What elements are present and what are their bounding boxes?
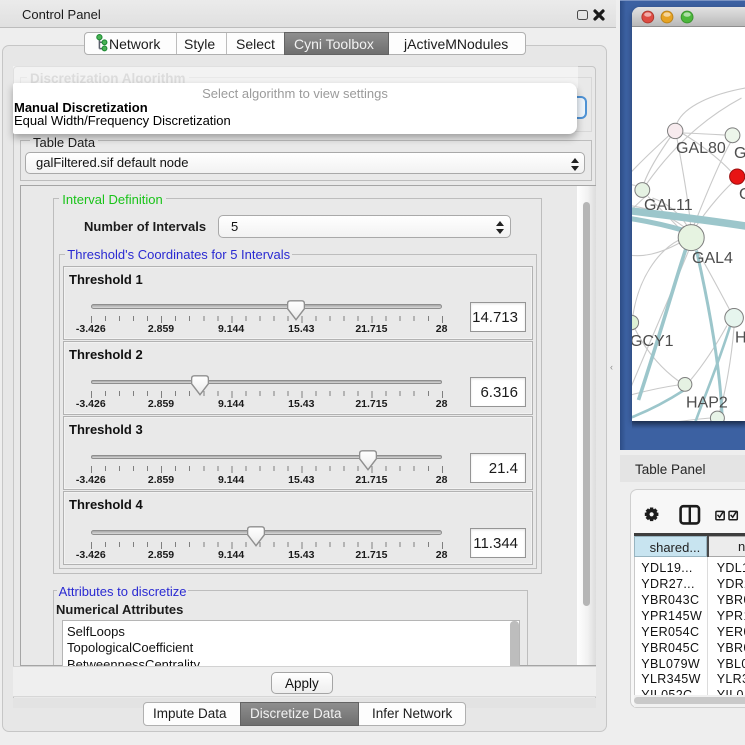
svg-text:GAL4: GAL4 — [692, 250, 733, 267]
svg-text:HAP2: HAP2 — [686, 395, 728, 412]
svg-text:C: C — [739, 186, 745, 203]
svg-text:GA: GA — [734, 145, 745, 162]
svg-text:GAL11: GAL11 — [644, 197, 693, 214]
svg-text:H: H — [735, 330, 745, 347]
svg-text:GAL80: GAL80 — [676, 140, 726, 157]
svg-text:GCY1: GCY1 — [632, 333, 674, 350]
